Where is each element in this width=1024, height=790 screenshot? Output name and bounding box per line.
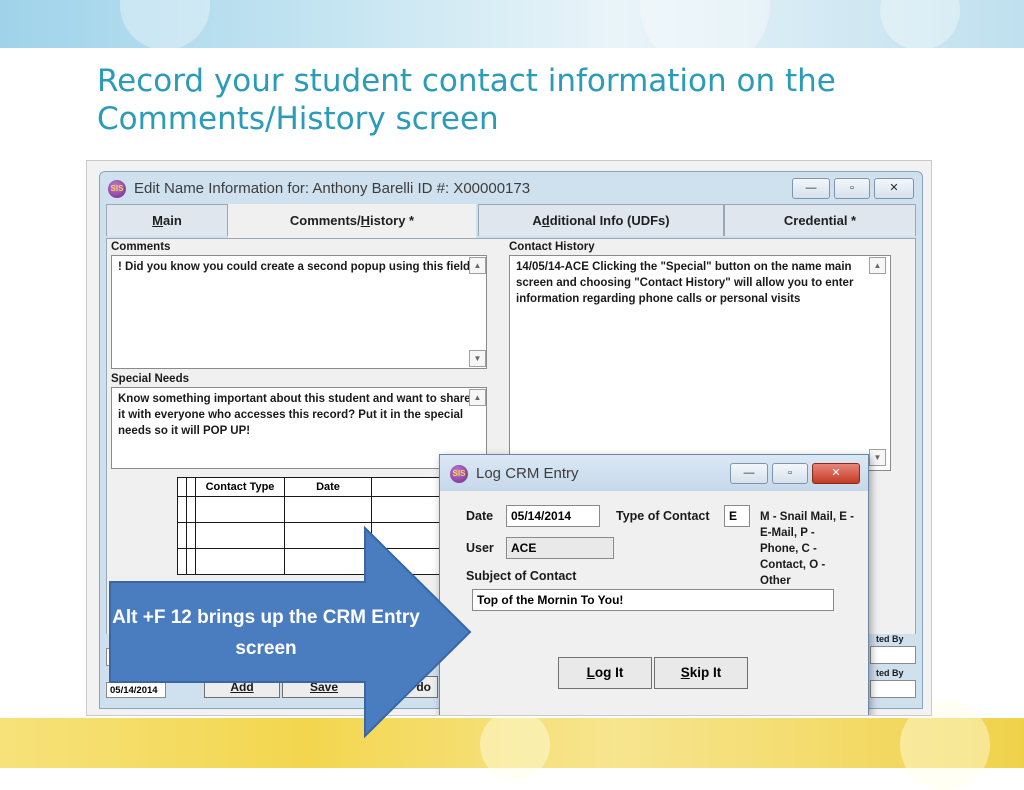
callout-text: Alt +F 12 brings up the CRM Entry screen <box>112 607 420 659</box>
